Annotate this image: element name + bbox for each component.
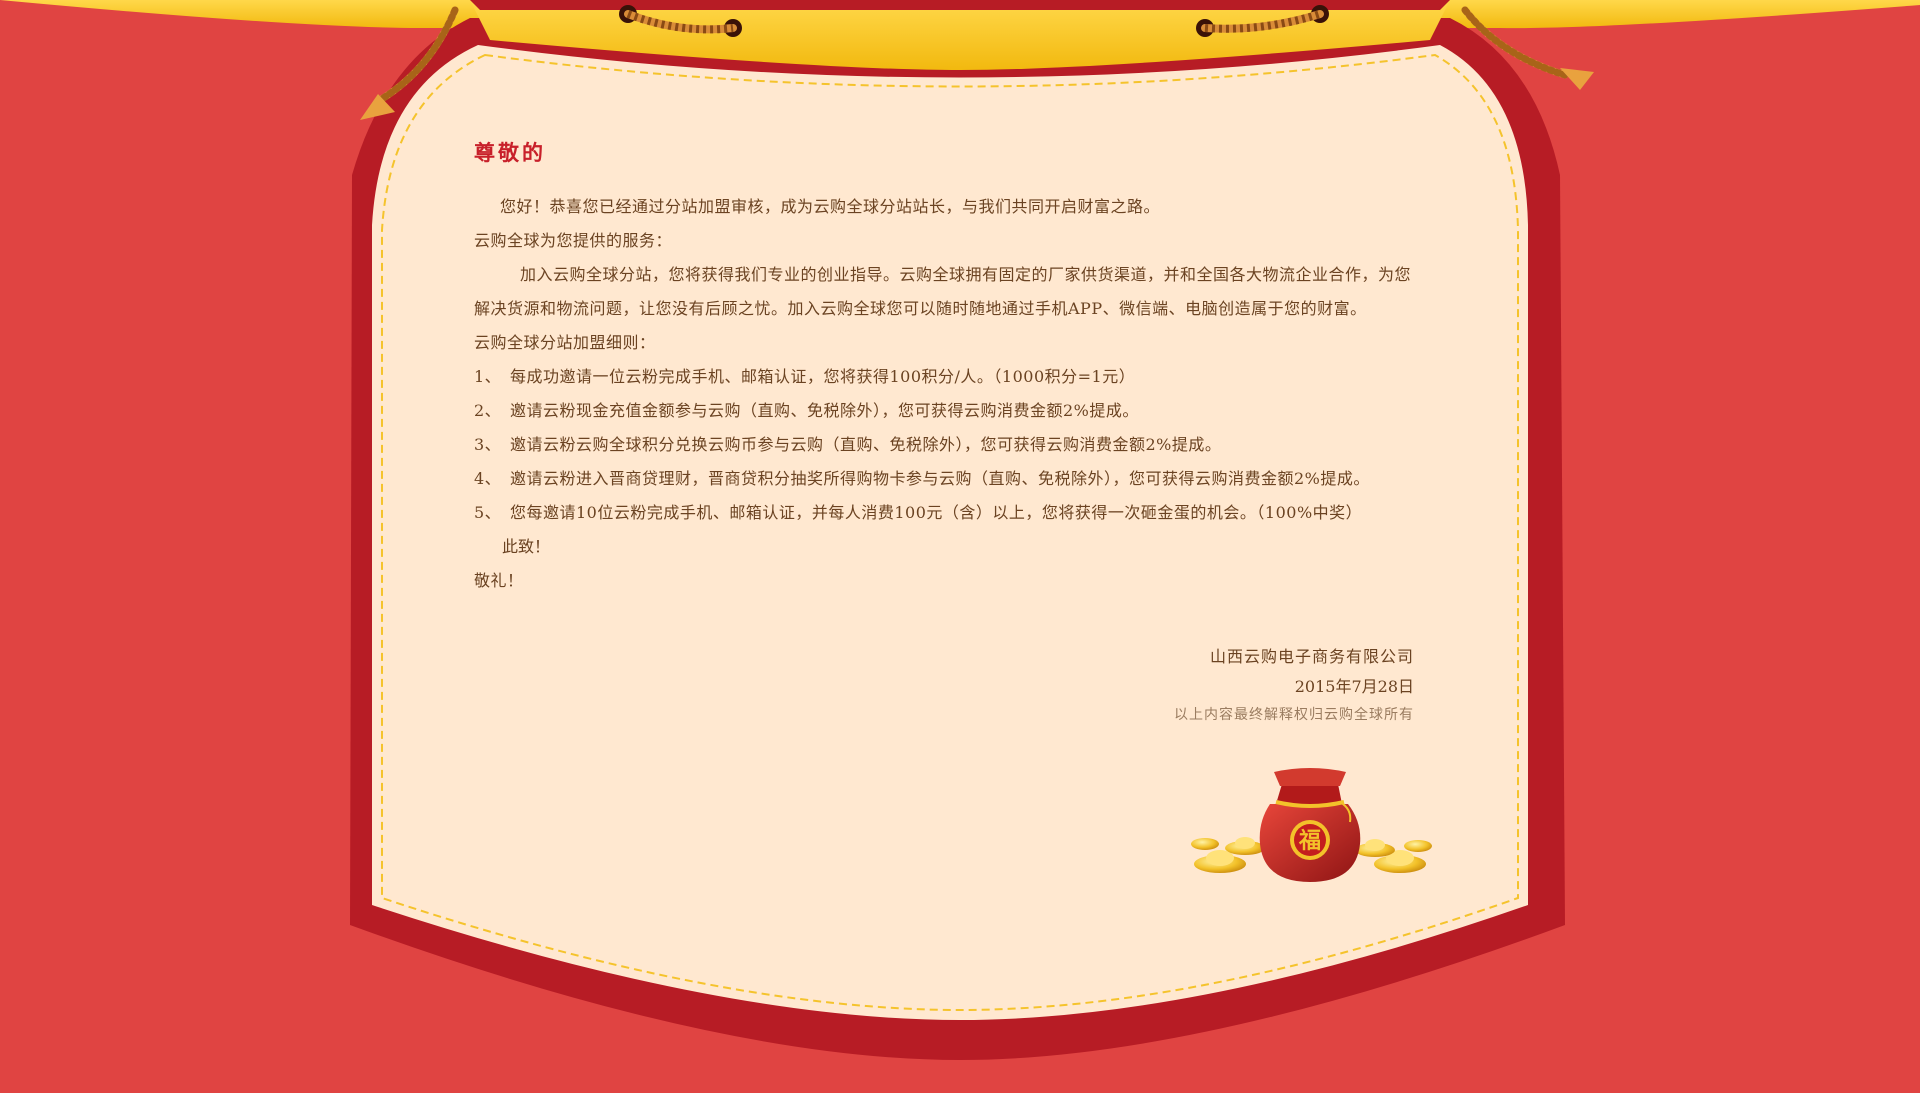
rule-number: 4、 — [474, 469, 502, 488]
rule-number: 5、 — [474, 503, 502, 522]
letter-body: 尊敬的 您好！恭喜您已经通过分站加盟审核，成为云购全球分站站长，与我们共同开启财… — [474, 138, 1424, 598]
letter-date: 2015年7月28日 — [1294, 677, 1414, 696]
signature-block: 山西云购电子商务有限公司 2015年7月28日 以上内容最终解释权归云购全球所有 — [1174, 640, 1414, 730]
rule-text: 邀请云粉云购全球积分兑换云购币参与云购（直购、免税除外），您可获得云购消费金额2… — [510, 435, 1222, 454]
services-paragraph: 加入云购全球分站，您将获得我们专业的创业指导。云购全球拥有固定的厂家供货渠道，并… — [474, 265, 1412, 318]
rule-text: 邀请云粉进入晋商贷理财，晋商贷积分抽奖所得购物卡参与云购（直购、免税除外），您可… — [510, 469, 1370, 488]
lucky-bag-icon: 福 — [1191, 768, 1432, 882]
rule-item: 1、 每成功邀请一位云粉完成手机、邮箱认证，您将获得100积分/人。（1000积… — [474, 360, 1424, 394]
rule-text: 每成功邀请一位云粉完成手机、邮箱认证，您将获得100积分/人。（1000积分=1… — [510, 367, 1136, 386]
rule-number: 3、 — [474, 435, 502, 454]
disclaimer-note: 以上内容最终解释权归云购全球所有 — [1174, 707, 1414, 723]
greeting-heading: 尊敬的 — [474, 140, 546, 165]
bag-character: 福 — [1298, 828, 1321, 854]
rule-item: 4、 邀请云粉进入晋商贷理财，晋商贷积分抽奖所得购物卡参与云购（直购、免税除外）… — [474, 462, 1424, 496]
rule-item: 3、 邀请云粉云购全球积分兑换云购币参与云购（直购、免税除外），您可获得云购消费… — [474, 428, 1424, 462]
closing-salutation: 此致！ — [502, 537, 551, 556]
rule-item: 5、 您每邀请10位云粉完成手机、邮箱认证，并每人消费100元（含）以上，您将获… — [474, 496, 1424, 530]
rule-number: 2、 — [474, 401, 502, 420]
rule-text: 邀请云粉现金充值金额参与云购（直购、免税除外），您可获得云购消费金额2%提成。 — [510, 401, 1139, 420]
gold-ingot-icon — [1355, 839, 1432, 873]
services-heading: 云购全球为您提供的服务： — [474, 231, 673, 250]
closing-regards: 敬礼！ — [474, 571, 524, 590]
rule-item: 2、 邀请云粉现金充值金额参与云购（直购、免税除外），您可获得云购消费金额2%提… — [474, 394, 1424, 428]
rule-number: 1、 — [474, 367, 502, 386]
rules-list: 1、 每成功邀请一位云粉完成手机、邮箱认证，您将获得100积分/人。（1000积… — [474, 360, 1424, 530]
rules-heading: 云购全球分站加盟细则： — [474, 333, 656, 352]
gold-ingot-icon — [1191, 837, 1265, 873]
company-name: 山西云购电子商务有限公司 — [1209, 647, 1414, 666]
rule-text: 您每邀请10位云粉完成手机、邮箱认证，并每人消费100元（含）以上，您将获得一次… — [510, 503, 1363, 522]
intro-paragraph: 您好！恭喜您已经通过分站加盟审核，成为云购全球分站站长，与我们共同开启财富之路。 — [500, 197, 1161, 216]
right-tassel — [1560, 68, 1594, 90]
